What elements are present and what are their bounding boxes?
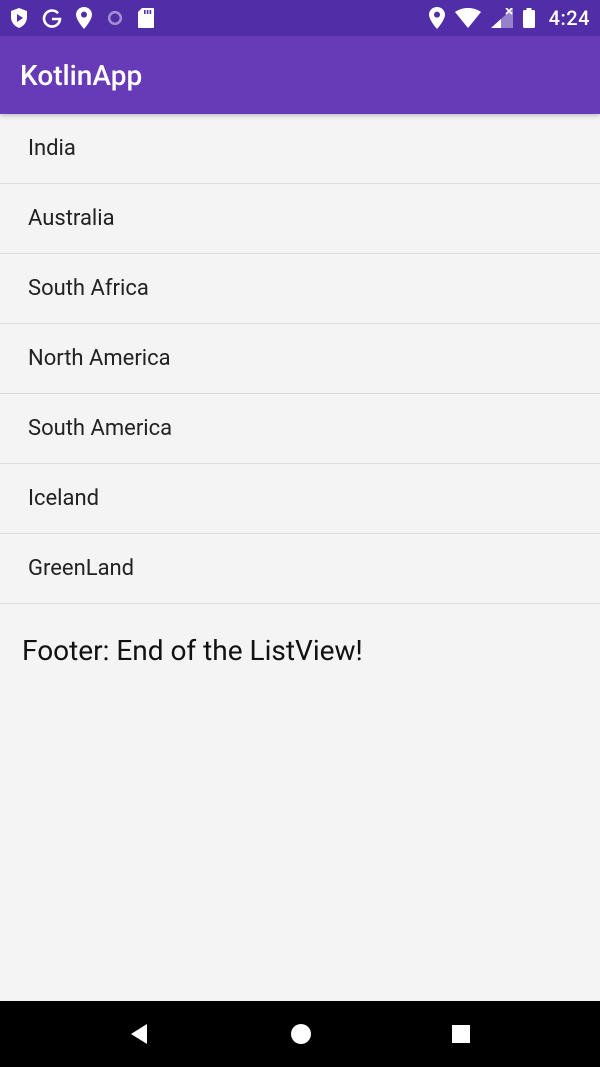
sd-card-icon [138, 8, 154, 28]
list-item-label: South America [28, 416, 172, 441]
list-item-label: North America [28, 346, 171, 371]
list-item[interactable]: South America [0, 394, 600, 464]
location-active-icon [429, 7, 445, 29]
list-item[interactable]: South Africa [0, 254, 600, 324]
status-bar-right: 4:24 [429, 6, 590, 30]
list-item[interactable]: India [0, 114, 600, 184]
navigation-bar [0, 1001, 600, 1067]
list-item-label: Australia [28, 206, 115, 231]
back-button[interactable] [127, 1021, 153, 1047]
list-item-label: Iceland [28, 486, 99, 511]
recent-apps-button[interactable] [449, 1022, 473, 1046]
shield-play-icon [10, 8, 28, 28]
list-view[interactable]: India Australia South Africa North Ameri… [0, 114, 600, 697]
list-item-label: India [28, 136, 76, 161]
status-bar-left [10, 7, 154, 29]
app-title: KotlinApp [20, 59, 142, 92]
list-item[interactable]: Australia [0, 184, 600, 254]
list-item[interactable]: GreenLand [0, 534, 600, 604]
home-button[interactable] [288, 1021, 314, 1047]
list-footer: Footer: End of the ListView! [0, 604, 600, 697]
battery-icon [523, 8, 535, 28]
status-bar-clock: 4:24 [549, 6, 590, 30]
list-item[interactable]: North America [0, 324, 600, 394]
list-item-label: South Africa [28, 276, 149, 301]
location-pin-icon [76, 7, 92, 29]
processing-ring-icon [106, 9, 124, 27]
wifi-icon [455, 8, 481, 28]
app-bar: KotlinApp [0, 36, 600, 114]
g-icon [42, 8, 62, 28]
list-item-label: GreenLand [28, 556, 134, 581]
status-bar: 4:24 [0, 0, 600, 36]
cellular-signal-icon [491, 8, 513, 28]
list-item[interactable]: Iceland [0, 464, 600, 534]
list-footer-text: Footer: End of the ListView! [22, 634, 363, 667]
